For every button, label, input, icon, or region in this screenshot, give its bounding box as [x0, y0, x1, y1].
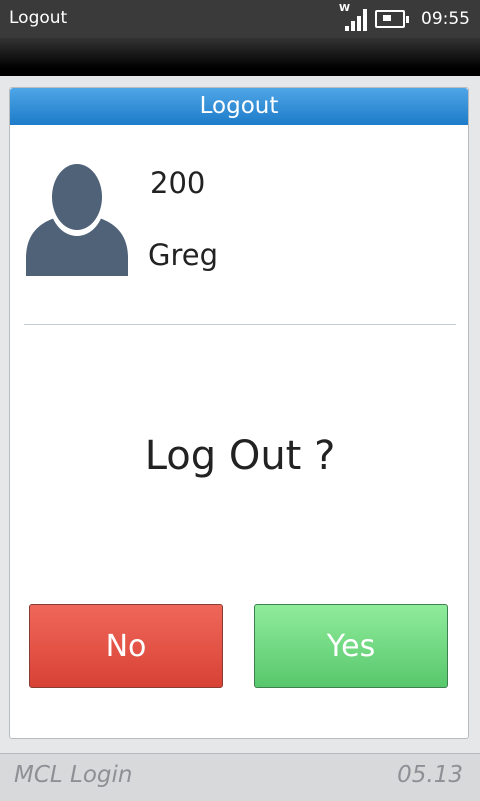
user-id: 200: [150, 166, 206, 200]
signal-icon: W: [339, 3, 369, 31]
user-name: Greg: [148, 238, 219, 272]
divider: [24, 324, 456, 325]
status-bar: Logout W 09:55: [0, 0, 480, 38]
no-button[interactable]: No: [29, 604, 223, 688]
battery-icon: [375, 10, 409, 28]
app-name: MCL Login: [14, 762, 133, 788]
clock: 09:55: [421, 9, 470, 29]
user-avatar-icon: [24, 162, 130, 276]
network-type-label: W: [339, 3, 351, 14]
yes-button[interactable]: Yes: [254, 604, 448, 688]
logout-question: Log Out ?: [144, 433, 336, 479]
app-version: 05.13: [397, 762, 463, 788]
footer-bar: MCL Login 05.13: [0, 753, 480, 801]
logout-dialog: Logout 200 Greg Log Out ? No Yes: [9, 87, 469, 739]
action-bar: [0, 38, 480, 76]
status-icons: W 09:55: [339, 3, 470, 31]
status-bar-title: Logout: [9, 8, 68, 28]
dialog-title: Logout: [10, 88, 468, 125]
